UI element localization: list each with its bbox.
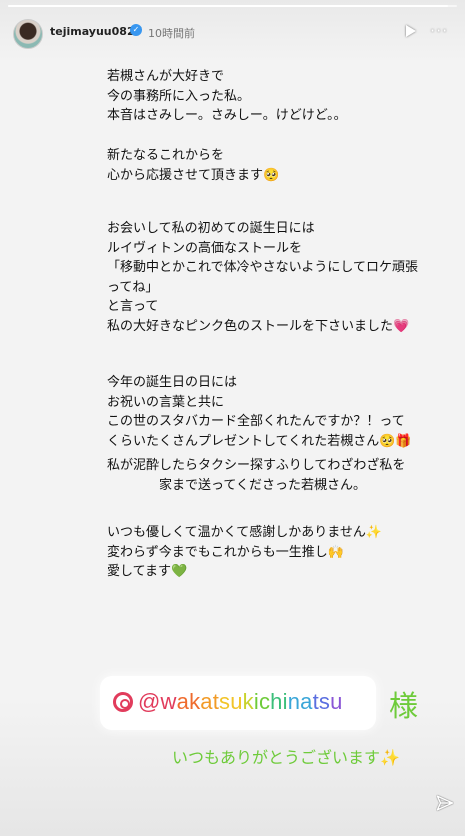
story-timestamp: 10時間前 bbox=[148, 27, 195, 40]
story-frame: tejimayuu0827 ✓ 10時間前 ··· 若槻さんが大好きで 今の事務… bbox=[0, 0, 465, 836]
honorific-text: 様 bbox=[389, 689, 419, 723]
story-progress-fill bbox=[8, 5, 449, 7]
story-text-paragraph-3: お会いして私の初めての誕生日には ルイヴィトンの高価なストールを 「移動中とかこ… bbox=[107, 221, 418, 334]
verified-badge-icon: ✓ bbox=[130, 24, 142, 36]
more-dots-icon[interactable]: ··· bbox=[430, 23, 448, 39]
story-progress-bar bbox=[8, 5, 457, 7]
story-text-paragraph-6: いつも優しくて温かくて感謝しかありません✨ 変わらず今までもこれからも一生推し🙌… bbox=[107, 525, 383, 579]
story-text-paragraph-4: 今年の誕生日の日には お祝いの言葉と共に この世のスタバカード全部くれたんですか… bbox=[107, 375, 412, 449]
send-icon[interactable] bbox=[436, 794, 454, 812]
avatar[interactable] bbox=[13, 19, 43, 49]
threads-at-icon bbox=[113, 692, 133, 712]
story-text-paragraph-5: 私が泥酔したらタクシー探すふりしてわざわざ私を 家まで送ってくださった若槻さん。 bbox=[107, 458, 406, 493]
mention-sticker[interactable]: @wakatsukichinatsu bbox=[100, 676, 376, 730]
mention-username[interactable]: @wakatsukichinatsu bbox=[138, 689, 343, 715]
story-text-paragraph-2: 新たなるこれからを 心から応援させて頂きます🥺 bbox=[107, 148, 280, 183]
thanks-text: いつもありがとうございます✨ bbox=[172, 748, 400, 767]
play-icon[interactable] bbox=[406, 25, 416, 37]
username[interactable]: tejimayuu0827 bbox=[50, 25, 142, 38]
story-text-paragraph-1: 若槻さんが大好きで 今の事務所に入った私。 本音はさみしー。さみしー。けどけど。… bbox=[107, 69, 347, 123]
